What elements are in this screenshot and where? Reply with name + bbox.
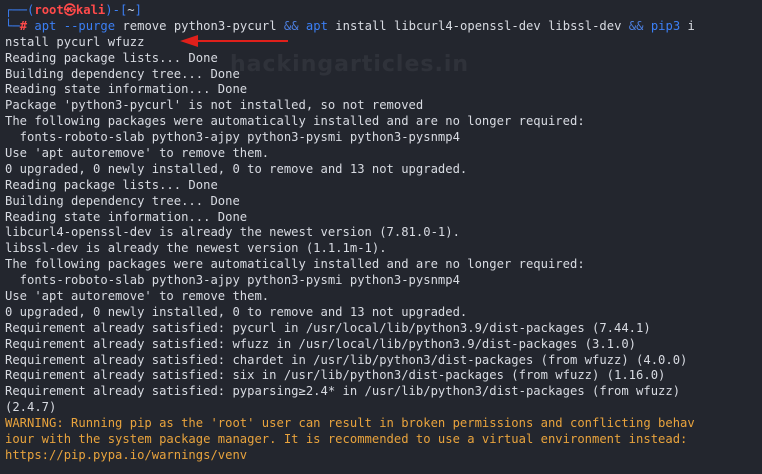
terminal-window[interactable]: hackingarticles.in ┌──(root㉿kali)-[~] └─… (0, 0, 762, 474)
cmd-pip3-tail: i (687, 18, 695, 33)
warning-line: WARNING: Running pip as the 'root' user … (5, 416, 695, 431)
output-line: 0 upgraded, 0 newly installed, 0 to remo… (5, 161, 468, 176)
prompt-line-top: ┌──(root㉿kali)-[~] (5, 3, 762, 19)
prompt-host: kali (75, 3, 106, 17)
cmd-apt-1: apt (34, 18, 57, 33)
output-line: The following packages were automaticall… (5, 257, 585, 272)
output-line: (2.4.7) (5, 400, 57, 415)
output-line: Requirement already satisfied: pyparsing… (5, 384, 681, 399)
watermark: hackingarticles.in (230, 52, 470, 77)
prompt-hash: # (19, 18, 28, 33)
output-line: Requirement already satisfied: pycurl in… (5, 320, 651, 335)
red-arrow-icon (180, 35, 288, 47)
output-block: Reading package lists... Done Building d… (5, 51, 762, 416)
cmd-and-op-1: && (283, 18, 299, 33)
prompt-cwd: ~ (127, 3, 135, 17)
prompt-bracket-end: ] (134, 3, 142, 17)
output-line: Reading package lists... Done (5, 177, 218, 192)
output-line: Package 'python3-pycurl' is not installe… (5, 98, 424, 113)
cmd-and-op-2: && (628, 18, 644, 33)
warning-block: WARNING: Running pip as the 'root' user … (5, 416, 762, 464)
output-line: fonts-roboto-slab python3-ajpy python3-p… (5, 273, 460, 288)
warning-url-line[interactable]: https://pip.pypa.io/warnings/venv (5, 448, 762, 464)
output-line: Requirement already satisfied: six in /u… (5, 368, 666, 383)
output-line: Reading state information... Done (5, 209, 248, 224)
cmd-install-args: install libcurl4-openssl-dev libssl-dev (335, 18, 622, 33)
command-line[interactable]: └─# apt --purge remove python3-pycurl &&… (5, 19, 762, 35)
prompt-user: root (34, 3, 64, 17)
command-wrap-line: nstall pycurl wfuzz (5, 34, 145, 49)
output-line: libcurl4-openssl-dev is already the newe… (5, 225, 460, 240)
output-line: Requirement already satisfied: wfuzz in … (5, 336, 637, 351)
output-line: Requirement already satisfied: chardet i… (5, 352, 688, 367)
prompt-frame-top: ┌──( (5, 3, 35, 17)
cmd-pip3: pip3 (650, 18, 681, 33)
prompt-separator: )-[ (105, 3, 128, 17)
output-line: Use 'apt autoremove' to remove them. (5, 289, 270, 304)
output-line: 0 upgraded, 0 newly installed, 0 to remo… (5, 304, 468, 319)
prompt-frame-bottom: └─ (5, 18, 20, 33)
output-line: Use 'apt autoremove' to remove them. (5, 146, 270, 161)
cmd-apt-2: apt (305, 18, 328, 33)
output-line: Reading state information... Done (5, 82, 248, 97)
cmd-remove-args: remove python3-pycurl (122, 18, 277, 33)
kali-at-icon: ㉿ (63, 3, 76, 17)
output-line: Building dependency tree... Done (5, 193, 240, 208)
cmd-purge-flag: --purge (63, 18, 116, 33)
output-line: libssl-dev is already the newest version… (5, 241, 387, 256)
output-line: fonts-roboto-slab python3-ajpy python3-p… (5, 130, 460, 145)
warning-line: iour with the system package manager. It… (5, 432, 688, 447)
output-line: The following packages were automaticall… (5, 114, 585, 129)
